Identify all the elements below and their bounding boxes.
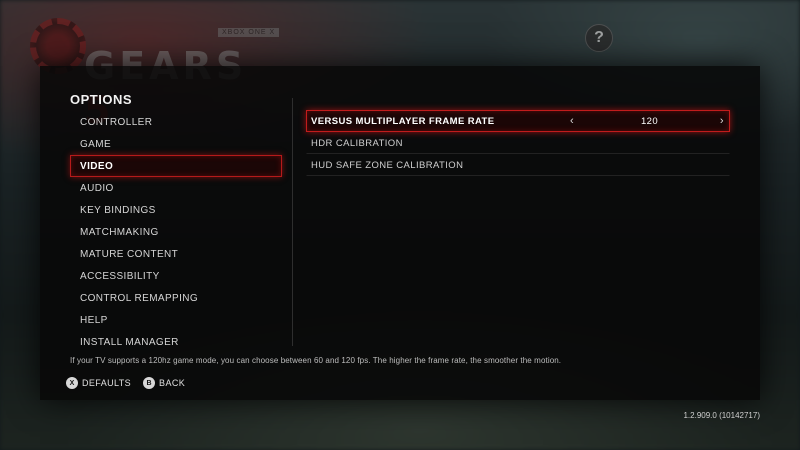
setting-label: VERSUS MULTIPLAYER FRAME RATE bbox=[311, 116, 495, 127]
defaults-button[interactable]: X DEFAULTS bbox=[66, 377, 131, 389]
setting-frame-rate[interactable]: VERSUS MULTIPLAYER FRAME RATE ‹ 120 › bbox=[306, 110, 730, 132]
b-button-icon: B bbox=[143, 377, 156, 389]
chevron-right-icon[interactable]: › bbox=[720, 111, 724, 132]
defaults-label: DEFAULTS bbox=[82, 378, 132, 388]
page-title: OPTIONS bbox=[70, 92, 133, 107]
menu-item-help[interactable]: HELP bbox=[70, 309, 282, 331]
menu-item-control-remapping[interactable]: CONTROL REMAPPING bbox=[70, 287, 282, 309]
menu-item-audio[interactable]: AUDIO bbox=[70, 177, 282, 199]
logo-tag: XBOX ONE X bbox=[218, 28, 280, 37]
menu-item-key-bindings[interactable]: KEY BINDINGS bbox=[70, 199, 282, 221]
back-button[interactable]: B BACK bbox=[143, 377, 185, 389]
chevron-left-icon[interactable]: ‹ bbox=[570, 111, 574, 132]
setting-label: HUD SAFE ZONE CALIBRATION bbox=[311, 160, 464, 171]
setting-label: HDR CALIBRATION bbox=[311, 138, 403, 149]
back-label: BACK bbox=[159, 378, 186, 388]
frame-rate-value: 120 bbox=[640, 116, 659, 127]
setting-hdr-calibration[interactable]: HDR CALIBRATION bbox=[306, 132, 730, 154]
menu-item-mature-content[interactable]: MATURE CONTENT bbox=[70, 243, 282, 265]
menu-item-video[interactable]: VIDEO bbox=[70, 155, 282, 177]
help-icon: ? bbox=[585, 24, 613, 52]
menu-item-matchmaking[interactable]: MATCHMAKING bbox=[70, 221, 282, 243]
x-button-icon: X bbox=[66, 377, 78, 389]
options-menu: CONTROLLER GAME VIDEO AUDIO KEY BINDINGS… bbox=[70, 111, 282, 353]
setting-hud-safe-zone[interactable]: HUD SAFE ZONE CALIBRATION bbox=[306, 154, 730, 176]
menu-item-controller[interactable]: CONTROLLER bbox=[70, 111, 282, 133]
panel-divider bbox=[292, 98, 293, 346]
setting-description: If your TV supports a 120hz game mode, y… bbox=[70, 356, 562, 365]
footer-buttons: X DEFAULTS B BACK bbox=[66, 376, 197, 390]
video-settings-list: VERSUS MULTIPLAYER FRAME RATE ‹ 120 › HD… bbox=[306, 110, 730, 176]
menu-item-game[interactable]: GAME bbox=[70, 133, 282, 155]
version-label: 1.2.909.0 (10142717) bbox=[683, 411, 760, 420]
menu-item-accessibility[interactable]: ACCESSIBILITY bbox=[70, 265, 282, 287]
menu-item-install-manager[interactable]: INSTALL MANAGER bbox=[70, 331, 282, 353]
